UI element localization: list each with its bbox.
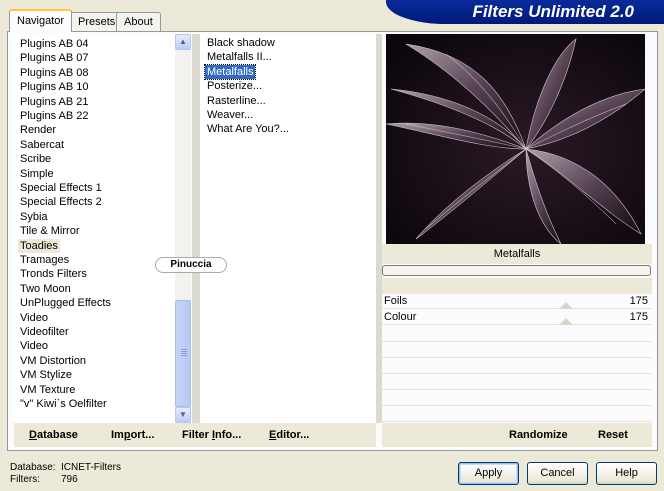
apply-button[interactable]: Apply: [458, 462, 519, 485]
filter-info-button[interactable]: Filter Info...: [182, 429, 241, 441]
category-item[interactable]: Toadies: [18, 238, 60, 253]
category-item[interactable]: VM Distortion: [18, 354, 88, 368]
status-filters-value: 796: [61, 474, 78, 485]
category-item[interactable]: Video: [18, 311, 50, 325]
preview-artwork: [386, 34, 645, 244]
status-database: Database: ICNET-Filters: [10, 462, 121, 473]
scroll-up-button[interactable]: ▲: [175, 34, 191, 50]
category-item[interactable]: Tramages: [18, 253, 71, 267]
filter-item[interactable]: Black shadow: [205, 36, 277, 50]
category-item[interactable]: Plugins AB 21: [18, 95, 91, 109]
preview-filter-name: Metalfalls: [382, 244, 652, 264]
import-button[interactable]: Import...: [111, 429, 154, 441]
status-database-value: ICNET-Filters: [61, 462, 121, 473]
watermark-label: Pinuccia: [155, 257, 227, 273]
tab-navigator[interactable]: Navigator: [9, 9, 73, 32]
filter-item[interactable]: Metalfalls: [203, 63, 257, 80]
slider-foils-value: 175: [629, 295, 648, 307]
filter-list[interactable]: Black shadow Metalfalls II... Metalfalls Po…: [200, 34, 376, 423]
category-item[interactable]: VM Stylize: [18, 368, 74, 382]
status-filters: Filters: 796: [10, 474, 78, 485]
database-button[interactable]: Database: [29, 429, 78, 441]
app-title: Filters Unlimited 2.0: [472, 2, 634, 21]
slider-foils-label: Foils: [384, 295, 408, 307]
filter-item[interactable]: Weaver...: [205, 108, 255, 122]
category-item[interactable]: Simple: [18, 167, 56, 181]
randomize-button[interactable]: Randomize: [509, 429, 568, 441]
category-item[interactable]: Plugins AB 10: [18, 80, 91, 94]
tab-about[interactable]: About: [116, 12, 161, 31]
slider-foils-thumb[interactable]: [559, 302, 573, 309]
cancel-button[interactable]: Cancel: [527, 462, 588, 485]
filter-item[interactable]: Posterize...: [205, 79, 264, 93]
category-item[interactable]: Tile & Mirror: [18, 224, 81, 238]
category-item[interactable]: Plugins AB 04: [18, 37, 91, 51]
category-item[interactable]: UnPlugged Effects: [18, 296, 113, 310]
category-item[interactable]: Plugins AB 22: [18, 109, 91, 123]
preview-image: [386, 34, 645, 244]
category-item[interactable]: Plugins AB 07: [18, 51, 91, 65]
slider-colour-label: Colour: [384, 311, 417, 323]
category-item[interactable]: Sabercat: [18, 138, 66, 152]
slider-colour-thumb[interactable]: [559, 318, 573, 325]
tab-presets-label: Presets: [78, 16, 116, 28]
help-button-label: Help: [615, 467, 638, 479]
category-item[interactable]: Special Effects 1: [18, 181, 104, 195]
category-item[interactable]: "v" Kiwi`s Oelfilter: [18, 397, 109, 411]
tab-navigator-label: Navigator: [17, 15, 65, 27]
slider-colour-value: 175: [629, 311, 648, 323]
cancel-button-label: Cancel: [540, 467, 575, 479]
status-filters-label: Filters:: [10, 474, 40, 485]
category-item[interactable]: Video: [18, 339, 50, 353]
category-scrollbar[interactable]: ▲ ▼: [175, 34, 191, 423]
category-list[interactable]: Plugins AB 04 Plugins AB 07 Plugins AB 08 P…: [14, 34, 175, 423]
chevron-down-icon: ▼: [179, 410, 187, 419]
category-item[interactable]: Special Effects 2: [18, 195, 104, 209]
app-title-banner: Filters Unlimited 2.0: [386, 0, 664, 24]
category-item[interactable]: VM Texture: [18, 383, 77, 397]
scroll-thumb[interactable]: [175, 300, 191, 407]
category-item[interactable]: Sybia: [18, 210, 50, 224]
filter-item[interactable]: Metalfalls II...: [205, 50, 274, 64]
category-item[interactable]: Plugins AB 08: [18, 66, 91, 80]
preview-progress-bar: [382, 265, 651, 276]
slider-foils[interactable]: Foils 175: [382, 294, 652, 309]
category-item[interactable]: Two Moon: [18, 282, 73, 296]
tab-about-label: About: [124, 16, 153, 28]
category-item[interactable]: Videofilter: [18, 325, 71, 339]
apply-button-label: Apply: [474, 467, 503, 479]
help-button[interactable]: Help: [596, 462, 657, 485]
filter-item[interactable]: What Are You?...: [205, 122, 291, 136]
scroll-down-button[interactable]: ▼: [175, 407, 191, 423]
preview-filter-name-text: Metalfalls: [493, 248, 541, 260]
status-database-label: Database:: [10, 462, 56, 473]
category-item[interactable]: Tronds Filters: [18, 267, 89, 281]
category-item[interactable]: Scribe: [18, 152, 53, 166]
slider-colour[interactable]: Colour 175: [382, 310, 652, 325]
watermark-text: Pinuccia: [170, 259, 212, 270]
chevron-up-icon: ▲: [179, 37, 187, 46]
reset-button[interactable]: Reset: [598, 429, 628, 441]
category-item[interactable]: Render: [18, 123, 58, 137]
filter-item[interactable]: Rasterline...: [205, 94, 268, 108]
right-button-bar: Randomize Reset: [382, 423, 652, 447]
editor-button[interactable]: Editor...: [269, 429, 309, 441]
left-button-bar: Database Import... Filter Info... Editor…: [14, 423, 376, 447]
